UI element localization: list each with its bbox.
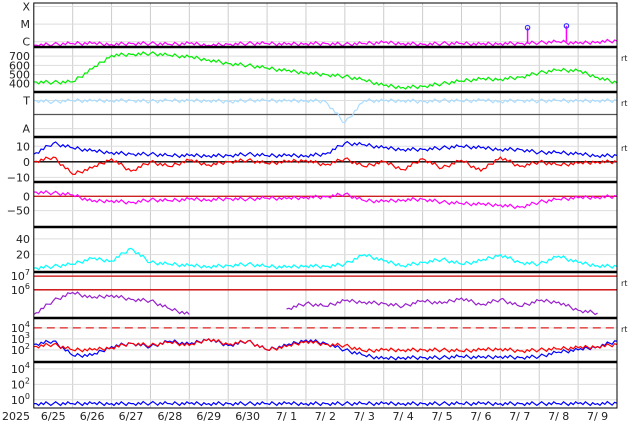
y-tick-label: T: [22, 94, 30, 107]
x-tick-label: 7/ 9: [587, 410, 608, 423]
x-tick-label: 6/26: [80, 410, 105, 423]
year-label: 2025: [2, 410, 30, 423]
panel-kp: [33, 225, 618, 272]
y-tick-label: C: [22, 36, 30, 49]
x-tick-label: 7/ 3: [354, 410, 375, 423]
rt-label: rt: [621, 325, 627, 334]
series-bz: [33, 156, 618, 175]
x-tick-label: 6/30: [235, 410, 260, 423]
x-tick-label: 6/27: [119, 410, 144, 423]
x-tick-label: 7/ 8: [548, 410, 569, 423]
y-tick-label: −10: [7, 171, 30, 184]
x-tick-label: 7/ 5: [431, 410, 452, 423]
x-tick-label: 6/25: [41, 410, 66, 423]
y-tick-label: 400: [9, 78, 30, 91]
x-tick-label: 6/28: [158, 410, 183, 423]
panel-dst: [33, 180, 618, 227]
y-tick-label: 104: [11, 361, 30, 376]
rt-label: rt: [621, 279, 627, 288]
y-tick-label: 10: [16, 140, 30, 153]
x-tick-label: 6/29: [196, 410, 221, 423]
series-t-a: [33, 97, 618, 124]
y-tick-label: 102: [11, 342, 30, 357]
panel-imf: [33, 135, 618, 182]
chart-svg: XMC700600500400rtTArt100−10rt0−504020107…: [2, 1, 627, 423]
y-tick-label: 40: [16, 233, 30, 246]
y-tick-label: M: [21, 18, 31, 31]
series--1mev: [33, 338, 618, 354]
x-tick-label: 7/ 4: [393, 410, 414, 423]
y-tick-label: X: [22, 1, 30, 14]
y-tick-label: 0: [23, 190, 30, 203]
panel-proton: [33, 316, 618, 362]
space-weather-chart: X M C 700 600 500 400 rt T Art 10 0 −10 rt 0 −50 40 20 107…: [0, 0, 634, 424]
panel-electron: [33, 270, 617, 318]
series-dst: [33, 189, 618, 210]
series-electron-flux: [286, 297, 598, 316]
y-tick-label: 102: [11, 376, 30, 391]
panel-xray: [33, 2, 618, 47]
panel-highenergy: [33, 360, 618, 408]
y-tick-label: 106: [11, 282, 30, 297]
series-bt: [33, 140, 618, 159]
y-tick-label: 100: [11, 392, 30, 407]
x-tick-label: 7/ 6: [470, 410, 491, 423]
y-tick-label: −50: [7, 205, 30, 218]
rt-label: rt: [621, 144, 627, 153]
series-x-ray-flux: [33, 38, 618, 47]
x-tick-label: 7/ 2: [315, 410, 336, 423]
panel-speed: [33, 45, 618, 92]
rt-label: rt: [621, 54, 627, 63]
y-tick-label: A: [22, 123, 30, 136]
x-tick-label: 7/ 1: [276, 410, 297, 423]
series--10mev: [33, 338, 618, 361]
series--100mev: [33, 400, 618, 407]
rt-label: rt: [621, 99, 627, 108]
y-tick-label: 20: [16, 249, 30, 262]
x-tick-label: 7/ 7: [509, 410, 530, 423]
panel-ta: [33, 90, 618, 137]
series-density: [33, 247, 618, 271]
y-tick-label: 0: [23, 156, 30, 169]
